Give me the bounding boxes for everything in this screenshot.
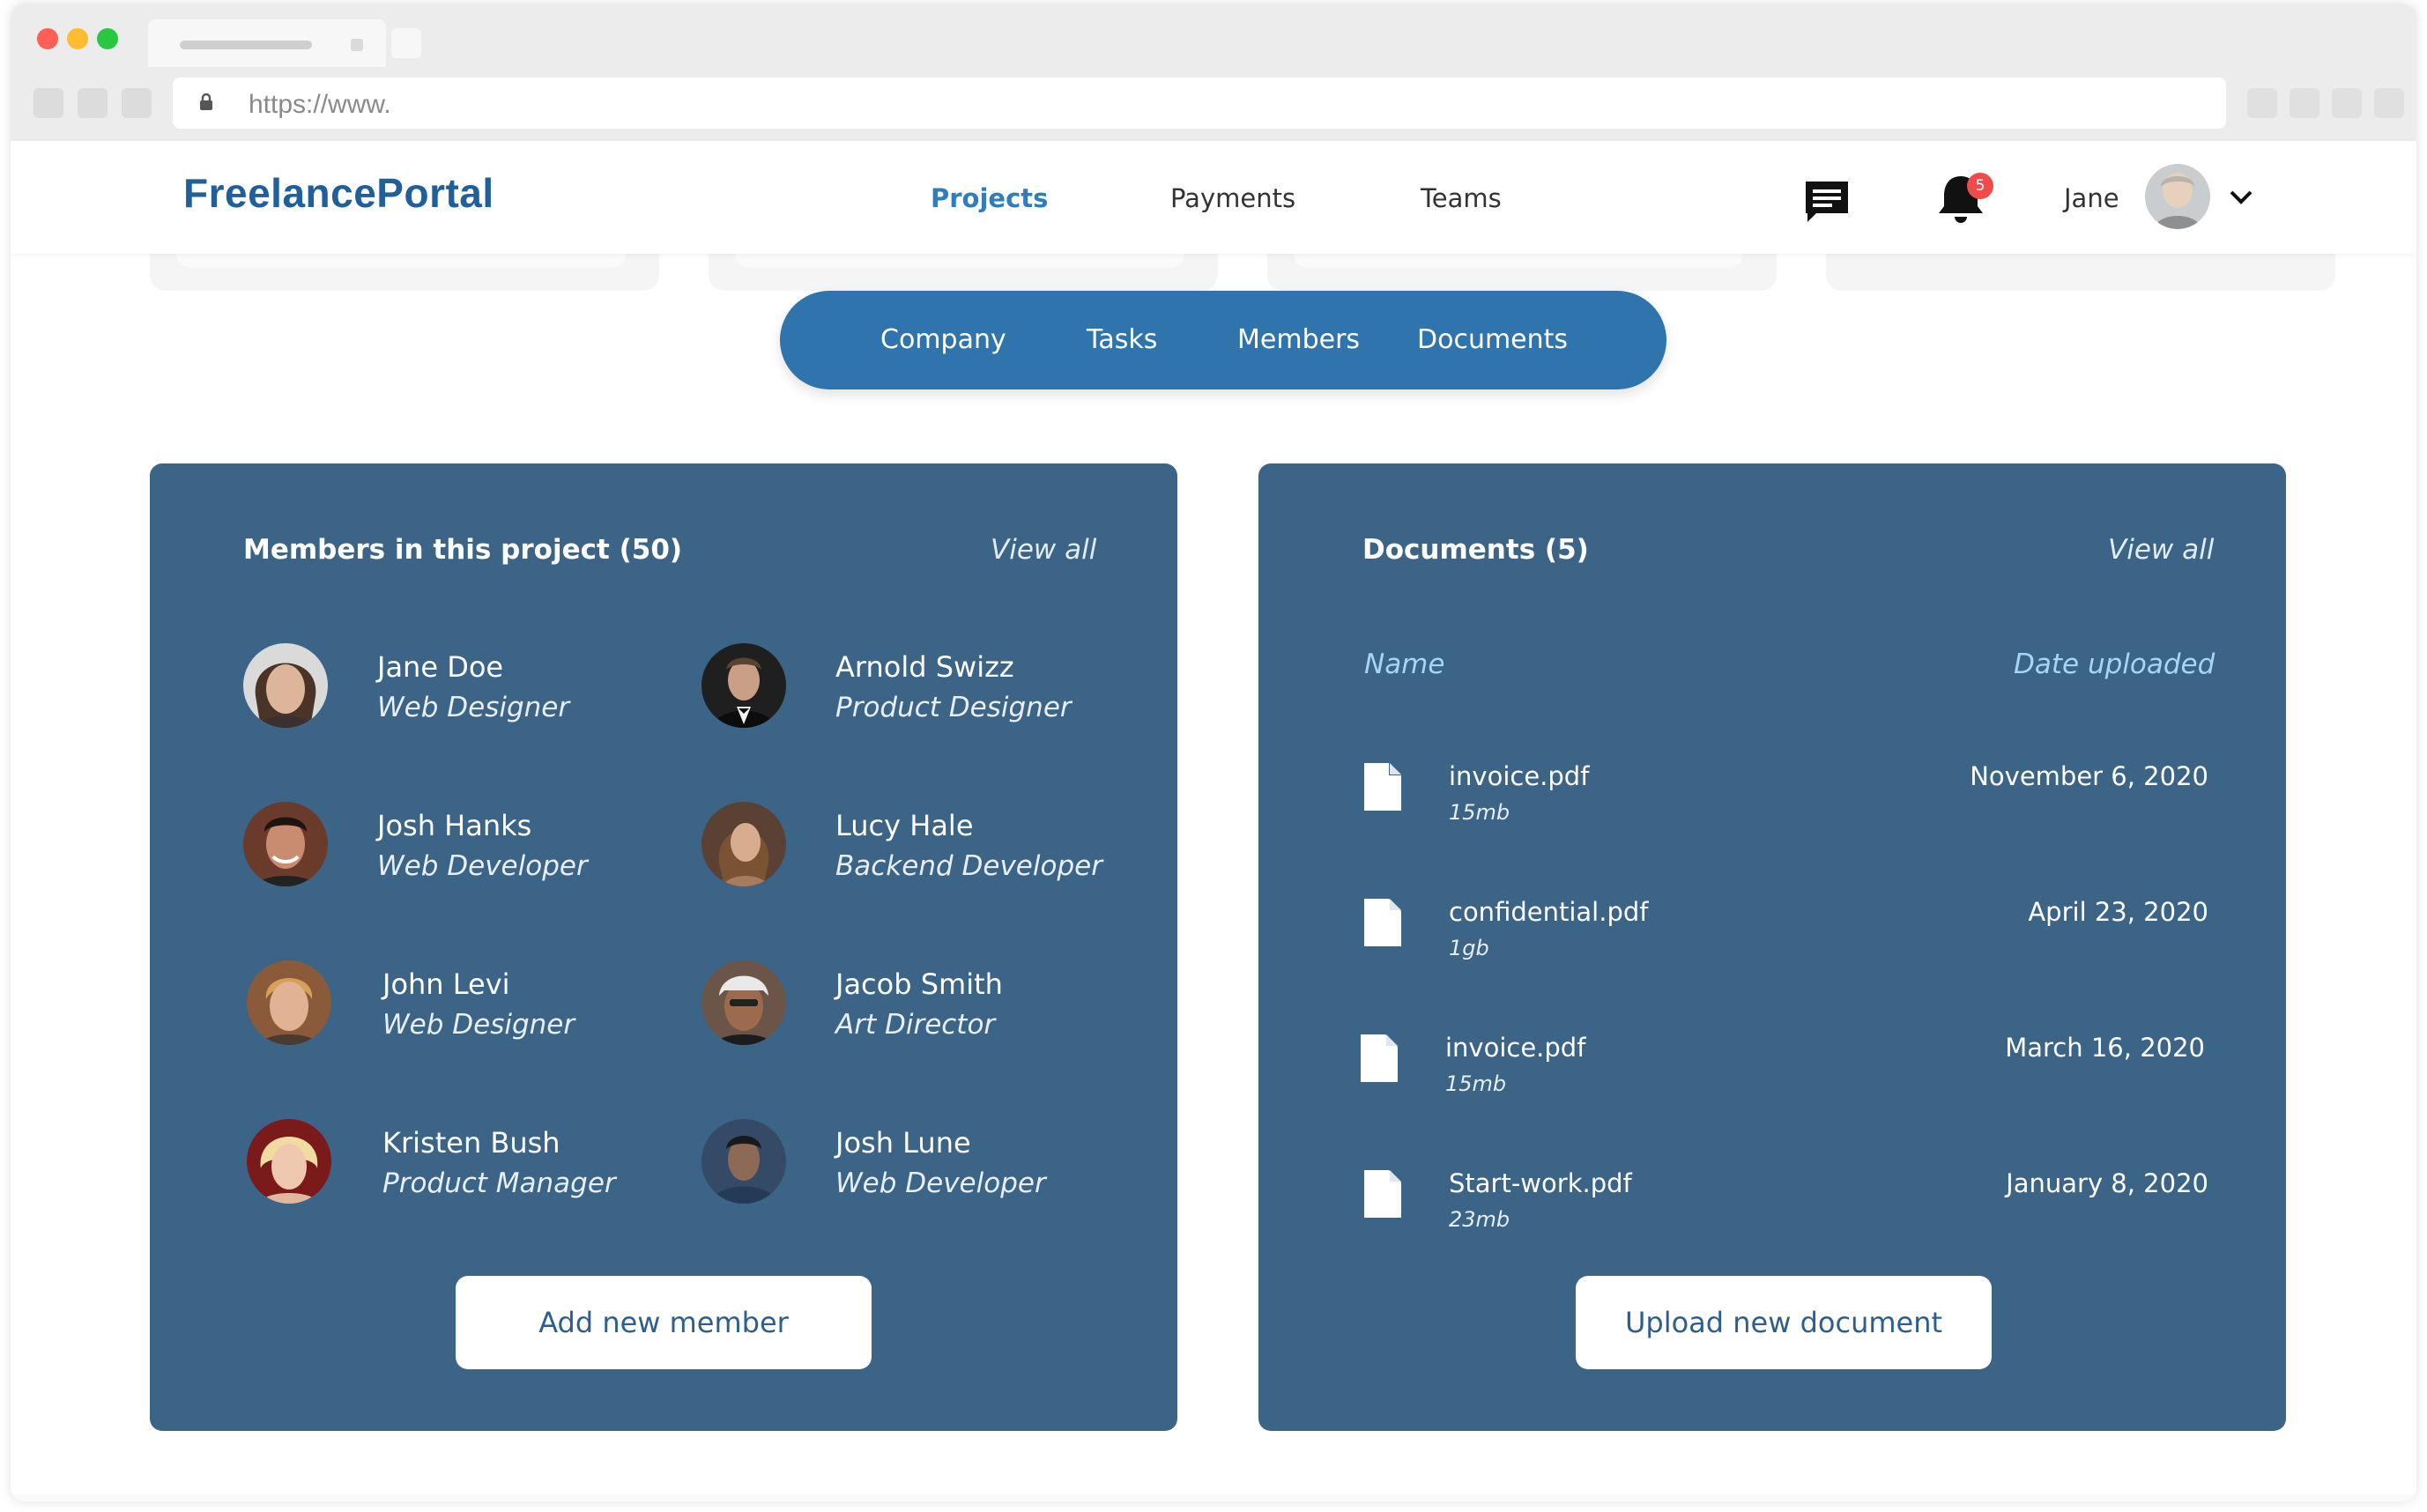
member-name: Lucy Hale: [835, 809, 974, 842]
member-avatar: [701, 960, 786, 1045]
nav-teams[interactable]: Teams: [1421, 183, 1502, 213]
notification-badge: 5: [1967, 173, 1993, 199]
reload-button[interactable]: [122, 88, 152, 118]
member-item[interactable]: Josh Hanks Web Developer: [243, 802, 666, 890]
close-window-button[interactable]: [37, 28, 58, 49]
subnav-members[interactable]: Members: [1237, 324, 1360, 355]
column-header-date[interactable]: Date uploaded: [2014, 649, 2215, 680]
documents-panel: Documents (5) View all Name Date uploade…: [1258, 463, 2286, 1431]
member-avatar: [243, 643, 328, 728]
document-size: 23mb: [1449, 1207, 1510, 1232]
document-name: Start-work.pdf: [1449, 1168, 1632, 1198]
member-avatar: [243, 802, 328, 886]
member-role: Art Director: [835, 1009, 996, 1041]
document-date: November 6, 2020: [1970, 761, 2208, 791]
member-role: Backend Developer: [835, 850, 1102, 882]
document-row[interactable]: invoice.pdf 15mb November 6, 2020: [1258, 758, 2286, 855]
member-name: John Levi: [382, 967, 510, 1001]
member-item[interactable]: John Levi Web Designer: [243, 960, 666, 1049]
extension-button-4[interactable]: [2374, 88, 2404, 118]
members-panel: Members in this project (50) View all Ja…: [150, 463, 1177, 1431]
url-text: https://www.: [249, 90, 391, 119]
subnav-tasks[interactable]: Tasks: [1087, 324, 1157, 355]
documents-view-all-link[interactable]: View all: [2108, 534, 2214, 566]
document-name: confidential.pdf: [1449, 897, 1649, 927]
nav-payments[interactable]: Payments: [1170, 183, 1295, 213]
document-name: invoice.pdf: [1445, 1033, 1586, 1063]
member-name: Josh Lune: [835, 1126, 971, 1160]
member-role: Web Developer: [835, 1167, 1046, 1199]
document-row[interactable]: Start-work.pdf 23mb January 8, 2020: [1258, 1165, 2286, 1262]
member-item[interactable]: Kristen Bush Product Manager: [243, 1119, 666, 1207]
document-date: April 23, 2020: [2028, 897, 2208, 927]
back-button[interactable]: [33, 88, 63, 118]
members-panel-title: Members in this project (50): [243, 534, 683, 566]
member-avatar: [701, 1119, 786, 1204]
lock-icon: [200, 93, 212, 110]
member-item[interactable]: Arnold Swizz Product Designer: [701, 643, 1142, 731]
new-tab-button[interactable]: [391, 28, 421, 58]
document-row[interactable]: confidential.pdf 1gb April 23, 2020: [1258, 893, 2286, 990]
add-member-button[interactable]: Add new member: [456, 1276, 872, 1369]
subnav-company[interactable]: Company: [880, 324, 1006, 355]
app-header: FreelancePortal Projects Payments Teams …: [11, 141, 2416, 254]
member-avatar: [247, 960, 331, 1045]
member-name: Arnold Swizz: [835, 650, 1014, 684]
document-row[interactable]: invoice.pdf 15mb March 16, 2020: [1258, 1029, 2286, 1126]
member-name: Jane Doe: [377, 650, 504, 684]
subnav-documents[interactable]: Documents: [1417, 324, 1568, 355]
member-name: Jacob Smith: [835, 967, 1003, 1001]
member-avatar: [701, 802, 786, 886]
extension-button-1[interactable]: [2247, 88, 2277, 118]
document-date: January 8, 2020: [2006, 1168, 2208, 1198]
member-role: Web Developer: [377, 850, 588, 882]
extension-button-3[interactable]: [2332, 88, 2362, 118]
document-name: invoice.pdf: [1449, 761, 1590, 791]
extension-button-2[interactable]: [2290, 88, 2319, 118]
upload-document-button[interactable]: Upload new document: [1576, 1276, 1992, 1369]
member-item[interactable]: Jane Doe Web Designer: [243, 643, 666, 731]
file-icon: [1364, 899, 1401, 946]
member-role: Web Designer: [382, 1009, 575, 1041]
maximize-window-button[interactable]: [97, 28, 118, 49]
tab-close-icon[interactable]: [351, 39, 363, 51]
member-role: Web Designer: [377, 692, 570, 723]
member-item[interactable]: Lucy Hale Backend Developer: [701, 802, 1142, 890]
document-size: 15mb: [1445, 1071, 1507, 1096]
address-bar[interactable]: https://www.: [173, 78, 2226, 129]
page-bottom: [11, 1494, 2416, 1501]
browser-window: https://www. FreelancePortal Projects Pa…: [11, 4, 2416, 1501]
member-avatar: [247, 1119, 331, 1204]
document-size: 1gb: [1449, 936, 1489, 960]
browser-tab[interactable]: [148, 19, 386, 67]
member-item[interactable]: Jacob Smith Art Director: [701, 960, 1142, 1049]
column-header-name[interactable]: Name: [1364, 649, 1444, 680]
tab-title-placeholder: [180, 41, 312, 49]
forward-button[interactable]: [78, 88, 108, 118]
member-avatar: [701, 643, 786, 728]
file-icon: [1361, 1034, 1398, 1082]
file-icon: [1364, 1170, 1401, 1218]
member-role: Product Designer: [835, 692, 1072, 723]
chevron-down-icon[interactable]: [2226, 185, 2256, 210]
browser-chrome: https://www.: [11, 4, 2416, 141]
user-avatar[interactable]: [2145, 164, 2210, 229]
document-size: 15mb: [1449, 800, 1510, 825]
nav-projects[interactable]: Projects: [931, 183, 1048, 213]
minimize-window-button[interactable]: [67, 28, 88, 49]
member-name: Kristen Bush: [382, 1126, 560, 1160]
project-subnav: Company Tasks Members Documents: [780, 291, 1666, 389]
member-name: Josh Hanks: [377, 809, 532, 842]
user-name[interactable]: Jane: [2064, 183, 2119, 213]
document-date: March 16, 2020: [2005, 1033, 2205, 1063]
app-logo[interactable]: FreelancePortal: [183, 169, 494, 217]
members-view-all-link[interactable]: View all: [991, 534, 1096, 566]
member-item[interactable]: Josh Lune Web Developer: [701, 1119, 1142, 1207]
documents-panel-title: Documents (5): [1362, 534, 1589, 566]
chat-icon[interactable]: [1802, 178, 1852, 226]
file-icon: [1364, 763, 1401, 811]
member-role: Product Manager: [382, 1167, 616, 1199]
